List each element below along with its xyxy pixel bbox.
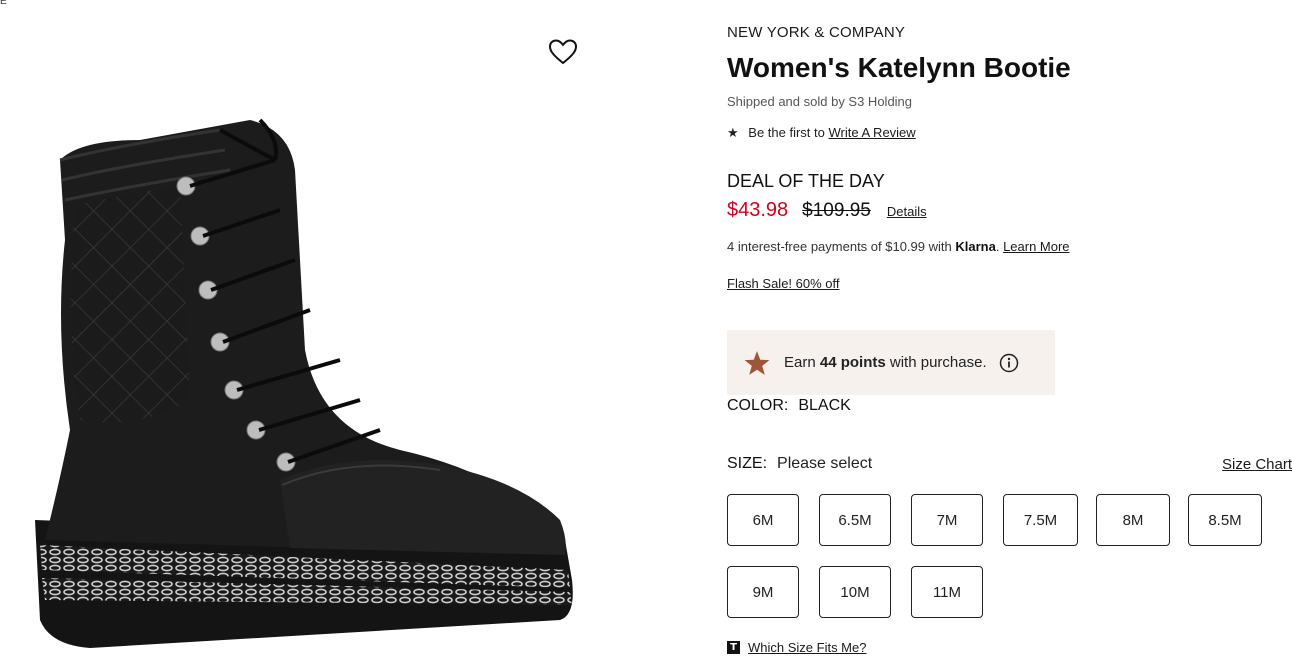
size-fit-line: T Which Size Fits Me? [727, 640, 866, 655]
color-label: COLOR: [727, 397, 789, 414]
heart-icon[interactable] [547, 36, 579, 68]
star-icon: ★ [727, 125, 739, 140]
t-icon: T [727, 641, 740, 654]
star-icon [744, 350, 770, 375]
size-option[interactable]: 6.5M [819, 494, 891, 546]
size-option[interactable]: 11M [911, 566, 983, 618]
write-review-link[interactable]: Write A Review [829, 125, 916, 140]
klarna-text: 4 interest-free payments of $10.99 with [727, 239, 952, 254]
points-text: Earn 44 points with purchase. [784, 354, 987, 371]
product-image-gallery [0, 0, 600, 660]
price-row: $43.98 $109.95 Details [727, 199, 927, 222]
size-option[interactable]: 10M [819, 566, 891, 618]
klarna-learn-more-link[interactable]: Learn More [1003, 239, 1069, 254]
size-chart-link[interactable]: Size Chart [1222, 456, 1292, 473]
review-line: ★ Be the first to Write A Review [727, 125, 916, 141]
seller-text: Shipped and sold by S3 Holding [727, 94, 913, 109]
product-image-boot[interactable] [20, 100, 590, 660]
size-option[interactable]: 8M [1096, 494, 1170, 546]
size-option[interactable]: 6M [727, 494, 799, 546]
size-option[interactable]: 7M [911, 494, 983, 546]
size-value: Please select [777, 455, 873, 472]
color-selector: COLOR: BLACK [727, 397, 851, 415]
which-size-fits-link[interactable]: Which Size Fits Me? [748, 640, 866, 655]
review-prefix: Be the first to [748, 125, 825, 140]
points-banner: Earn 44 points with purchase. [727, 330, 1055, 395]
points-suffix: with purchase. [889, 354, 987, 371]
points-prefix: Earn [784, 354, 816, 371]
deal-label: DEAL OF THE DAY [727, 171, 885, 191]
klarna-brand: Klarna [955, 239, 996, 254]
color-value: BLACK [798, 397, 851, 414]
points-amount: 44 points [819, 354, 886, 371]
brand-name[interactable]: NEW YORK & COMPANY [727, 24, 905, 41]
flash-sale-link[interactable]: Flash Sale! 60% off [727, 276, 840, 291]
sale-price: $43.98 [727, 199, 789, 221]
product-info-panel: NEW YORK & COMPANY Women's Katelynn Boot… [727, 0, 1293, 660]
size-option[interactable]: 8.5M [1188, 494, 1262, 546]
size-option[interactable]: 7.5M [1003, 494, 1078, 546]
original-price: $109.95 [802, 200, 871, 221]
details-link[interactable]: Details [887, 204, 927, 219]
size-label: SIZE: [727, 455, 768, 472]
size-selector: SIZE: Please select [727, 455, 872, 473]
info-icon[interactable] [999, 353, 1019, 373]
product-title: Women's Katelynn Bootie [727, 52, 1071, 83]
size-option[interactable]: 9M [727, 566, 799, 618]
klarna-line: 4 interest-free payments of $10.99 with … [727, 239, 1070, 254]
